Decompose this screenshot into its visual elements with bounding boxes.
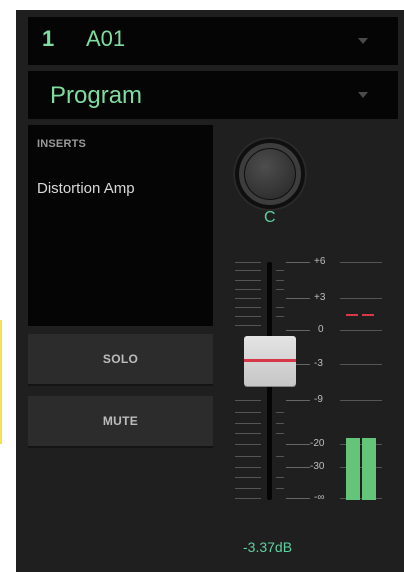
fader-tick	[276, 289, 284, 290]
fader-tick	[235, 498, 261, 499]
meter-gridline	[340, 298, 382, 299]
fader-tick	[235, 467, 261, 468]
scale-tick-0	[286, 330, 310, 331]
fader-tick	[235, 444, 261, 445]
fader-tick	[235, 400, 261, 401]
fader-tick	[235, 433, 261, 434]
scale-label: 0	[318, 324, 324, 335]
fader-tick	[235, 325, 261, 326]
fader-tick	[276, 488, 284, 489]
track-type-dropdown[interactable]: Program	[28, 71, 398, 119]
meter-gridline	[340, 400, 382, 401]
scale-label: -∞	[314, 492, 325, 503]
fader-tick	[276, 477, 284, 478]
fader-tick	[235, 307, 261, 308]
scale-label: -30	[310, 461, 325, 472]
pan-value: C	[264, 209, 276, 226]
fader-tick	[276, 307, 284, 308]
fader-tick	[276, 270, 284, 271]
scale-tick-minus9	[286, 400, 310, 401]
scale-label: -9	[314, 394, 323, 405]
fader-tick	[235, 298, 261, 299]
scale-label: -20	[310, 438, 325, 449]
scale-tick-plus6	[286, 262, 310, 263]
chevron-down-icon	[358, 38, 368, 44]
inserts-title: INSERTS	[37, 138, 87, 150]
fader-tick	[235, 262, 261, 263]
fader-tick	[235, 423, 261, 424]
scale-tick-minus30	[286, 467, 310, 468]
mute-button[interactable]: MUTE	[28, 396, 213, 448]
scale-tick-minus20	[286, 444, 310, 445]
scale-label: +6	[314, 256, 326, 267]
fader-tick	[235, 477, 261, 478]
fader-tick	[276, 423, 284, 424]
fader-tick	[235, 270, 261, 271]
track-type-label: Program	[50, 82, 143, 109]
left-level-meter	[346, 438, 360, 500]
fader-tick	[276, 412, 284, 413]
fader-tick	[235, 412, 261, 413]
insert-slot-1[interactable]: Distortion Amp	[37, 180, 135, 197]
fader-tick	[276, 316, 284, 317]
fader-tick	[276, 433, 284, 434]
fader-tick	[276, 456, 284, 457]
meter-gridline	[340, 364, 382, 365]
track-selector-dropdown[interactable]: 1 A01	[28, 17, 398, 65]
fader-tick	[235, 456, 261, 457]
left-peak-indicator	[346, 314, 358, 316]
fader-tick	[276, 280, 284, 281]
fader-tick	[235, 289, 261, 290]
right-level-meter	[362, 438, 376, 500]
fader-handle-indicator	[244, 359, 296, 362]
scale-label: +3	[314, 292, 326, 303]
meter-gridline	[340, 330, 382, 331]
right-peak-indicator	[362, 314, 374, 316]
fader-tick	[235, 488, 261, 489]
chevron-down-icon	[358, 92, 368, 98]
scale-label: -3	[314, 358, 323, 369]
solo-button[interactable]: SOLO	[28, 334, 213, 386]
pan-knob-cap	[245, 149, 295, 199]
scale-tick-plus3	[286, 298, 310, 299]
track-number: 1	[42, 26, 55, 51]
fader-tick	[235, 316, 261, 317]
fader-level-readout: -3.37dB	[243, 539, 293, 555]
inserts-panel[interactable]: INSERTS Distortion Amp	[28, 125, 213, 326]
fader-tick	[235, 280, 261, 281]
meter-gridline	[340, 262, 382, 263]
selection-marker	[0, 320, 2, 444]
scale-tick-minus-inf	[286, 498, 310, 499]
track-name: A01	[86, 26, 126, 51]
